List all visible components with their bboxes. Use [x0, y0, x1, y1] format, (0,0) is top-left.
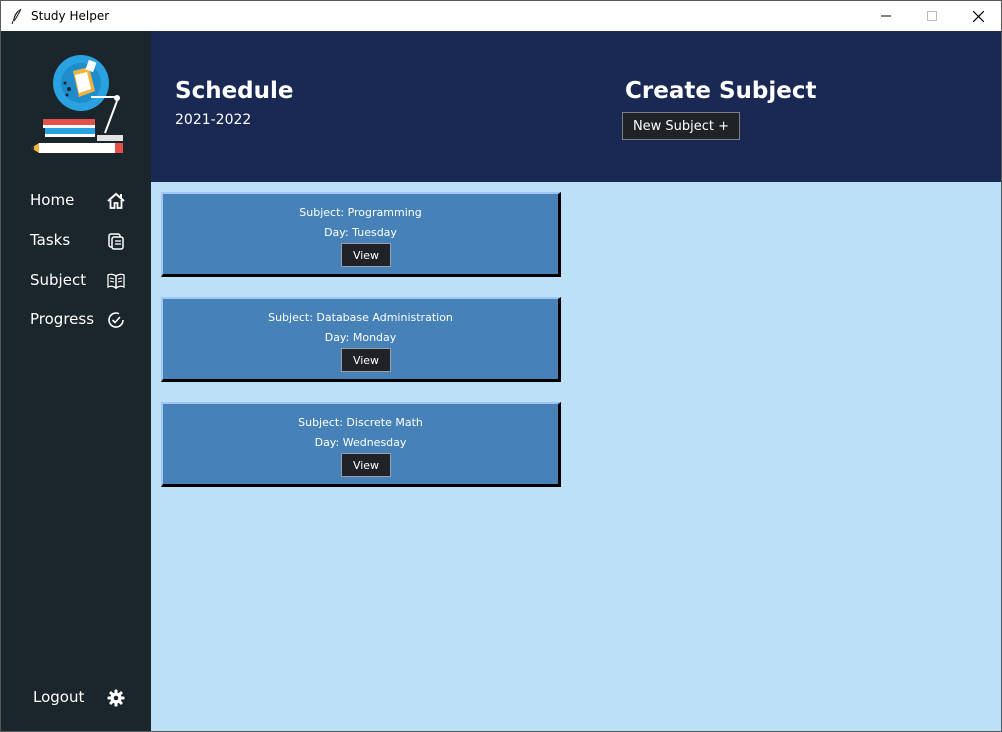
- logout-label: Logout: [33, 688, 85, 706]
- sidebar-item-label: Progress: [30, 310, 95, 328]
- subject-card: Subject: Database Administration Day: Mo…: [161, 297, 561, 382]
- close-button[interactable]: [955, 1, 1001, 31]
- app-window: Study Helper Home Tasks Subject Progress…: [0, 0, 1002, 732]
- home-icon: [107, 192, 125, 210]
- card-day: Day: Monday: [324, 331, 397, 344]
- view-button[interactable]: View: [341, 453, 391, 477]
- feather-icon: [10, 8, 24, 25]
- study-logo-icon: [29, 53, 129, 159]
- card-subject: Subject: Database Administration: [268, 311, 453, 324]
- progress-check-icon: [107, 311, 125, 329]
- card-day: Day: Tuesday: [324, 226, 397, 239]
- header: Schedule 2021-2022 Create Subject New Su…: [151, 31, 1001, 182]
- schedule-year: 2021-2022: [175, 112, 252, 128]
- sidebar-item-progress[interactable]: Progress: [1, 305, 151, 335]
- subject-card: Subject: Discrete Math Day: Wednesday Vi…: [161, 402, 561, 487]
- maximize-icon: [927, 11, 937, 21]
- subject-card: Subject: Programming Day: Tuesday View: [161, 192, 561, 277]
- sidebar-item-label: Home: [30, 191, 75, 209]
- close-icon: [972, 10, 984, 22]
- sidebar-item-tasks[interactable]: Tasks: [1, 226, 151, 256]
- minimize-icon: [881, 15, 891, 17]
- minimize-button[interactable]: [863, 1, 909, 31]
- maximize-button[interactable]: [909, 1, 955, 31]
- window-title: Study Helper: [31, 9, 110, 23]
- card-day: Day: Wednesday: [314, 436, 407, 449]
- create-subject-title: Create Subject: [625, 78, 817, 104]
- title-bar[interactable]: Study Helper: [1, 1, 1001, 31]
- view-button[interactable]: View: [341, 243, 391, 267]
- tasks-icon: [107, 232, 125, 250]
- sidebar-item-label: Subject: [30, 271, 87, 289]
- schedule-list: Subject: Programming Day: Tuesday View S…: [151, 182, 1001, 731]
- schedule-title: Schedule: [175, 78, 294, 104]
- sidebar-item-home[interactable]: Home: [1, 186, 151, 216]
- view-button[interactable]: View: [341, 348, 391, 372]
- logout-button[interactable]: Logout: [1, 683, 151, 713]
- new-subject-button[interactable]: New Subject +: [622, 112, 740, 140]
- sidebar-item-subject[interactable]: Subject: [1, 266, 151, 296]
- sidebar-item-label: Tasks: [30, 231, 71, 249]
- card-subject: Subject: Programming: [299, 206, 422, 219]
- sidebar: Home Tasks Subject Progress Logout: [1, 31, 151, 731]
- card-subject: Subject: Discrete Math: [298, 416, 423, 429]
- gear-icon: [107, 689, 125, 707]
- book-icon: [107, 272, 125, 290]
